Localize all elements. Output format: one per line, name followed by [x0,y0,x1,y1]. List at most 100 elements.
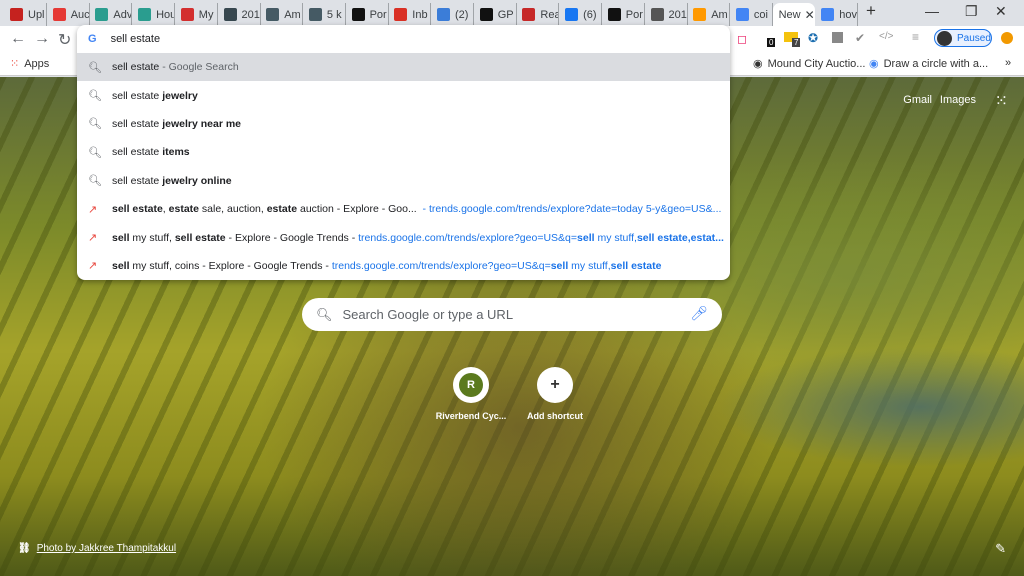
profile-status: Paused [957,32,991,44]
ntp-search-box[interactable]: 🔍︎ Search Google or type a URL 🎤︎ [302,298,722,331]
extension-badge[interactable]: 0 [767,38,776,47]
tab-title: Rea [540,8,560,21]
tab[interactable]: (2) [431,3,474,26]
suggestion-item[interactable]: ↗ sell estate, estate sale, auction, esta… [77,195,730,223]
forward-icon[interactable]: → [34,30,50,48]
suggestion-text: estate [266,203,298,216]
suggestion-text: jewelry online [162,174,232,187]
search-icon: 🔍︎ [88,146,102,159]
suggestion-item[interactable]: 🔍︎ sell estate - Google Search [77,53,730,82]
tab[interactable]: Hou [132,3,176,26]
suggestion-url: sell estate [610,259,662,272]
tab-title: 201 [241,8,260,21]
suggestion-item[interactable]: ↗ sell my stuff, coins - Explore - Google… [77,252,730,280]
tab[interactable]: Am [687,3,731,26]
images-link[interactable]: Images [940,94,976,106]
extension-icon[interactable]: ✪ [808,31,818,45]
minimize-button[interactable]: — [925,3,939,19]
tab-title: Hou [156,8,176,21]
tab[interactable]: Por [602,3,645,26]
tab[interactable]: 201 [218,3,261,26]
tab[interactable]: coi [730,3,773,26]
suggestion-item[interactable]: 🔍︎ sell estate jewelry online [77,167,730,195]
profile-button[interactable]: Paused [934,29,992,47]
search-icon: 🔍︎ [88,90,102,103]
tab[interactable]: hov [815,3,859,26]
photo-credit[interactable]: ⛓ Photo by Jakkree Thampitakkul [18,543,176,554]
tab[interactable]: (6) [559,3,603,26]
tab-title: hov [839,8,858,21]
media-icon[interactable]: ≡ [912,30,919,44]
apps-bookmark[interactable]: ⁙ Apps [10,57,50,71]
address-bar[interactable]: G sell estate [77,25,730,53]
address-input-value[interactable]: sell estate [111,33,161,45]
reload-icon[interactable]: ↻ [58,30,71,50]
tab-title: Por [625,8,643,21]
extension-icon[interactable]: ✔ [855,31,865,45]
google-apps-icon[interactable]: ⁙ [995,91,1008,111]
tab[interactable]: My [175,3,218,26]
tab[interactable]: Auc [47,3,90,26]
tab[interactable]: Inb [388,3,432,26]
suggestion-text: auction - Explore - Goo... [297,203,420,216]
tab-title: coi [753,8,768,21]
tab[interactable]: Am [260,3,304,26]
extension-icon[interactable]: ◻ [737,32,747,46]
customize-pencil-icon[interactable]: ✎ [995,541,1006,557]
suggestion-item[interactable]: 🔍︎ sell estate items [77,138,730,166]
tab[interactable]: Por [346,3,389,26]
suggestion-list: 🔍︎ sell estate - Google Search 🔍︎ sell esta… [77,53,730,280]
suggestion-text: sell estate [112,203,163,216]
tab-title: Am [284,8,301,21]
apps-label: Apps [24,57,50,70]
tab-title: Am [711,8,728,21]
suggestion-url: my stuff, [594,231,637,244]
favicon-icon [138,8,152,21]
favicon-icon [10,8,23,21]
suggestion-text: sell estate [112,146,163,159]
extension-badge[interactable]: 7 [792,38,801,47]
suggestion-item[interactable]: 🔍︎ sell estate jewelry near me [77,110,730,138]
restore-button[interactable]: ❐ [965,3,978,20]
update-icon[interactable] [1001,32,1013,44]
tab-title: GP [497,8,514,21]
tab[interactable]: Adv [89,3,133,26]
suggestion-text: jewelry near me [162,117,241,130]
tab-title: Auc [70,8,90,21]
new-tab-button[interactable]: + [866,1,876,21]
tab[interactable]: 5 k [303,3,346,26]
tab-title: Upl [28,8,45,21]
tab[interactable]: Upl [4,3,47,26]
tab[interactable]: Rea [516,3,560,26]
tab-title: Inb [412,8,428,21]
suggestion-text: sell [112,231,130,244]
shortcut-icon: R [453,367,489,403]
tab[interactable]: 201 [645,3,688,26]
suggestion-item[interactable]: 🔍︎ sell estate jewelry [77,81,730,109]
add-shortcut-button[interactable]: + Add shortcut [510,367,600,421]
tab[interactable]: New ✕ [772,3,815,26]
shortcut-tile[interactable]: R Riverbend Cyc... [426,367,516,421]
close-tab-icon[interactable]: ✕ [805,8,815,22]
close-window-button[interactable]: ✕ [995,3,1007,20]
suggestion-url: trends.google.com/trends/explore?geo=US&… [358,231,578,244]
shortcut-label: Add shortcut [527,411,583,421]
more-bookmarks-button[interactable]: » [1005,57,1011,69]
extension-icon[interactable] [832,32,843,43]
code-extension-icon[interactable]: </> [879,31,893,42]
favicon-icon [437,8,450,21]
favicon-icon [351,8,365,21]
favicon-icon [821,8,835,21]
gmail-link[interactable]: Gmail [903,94,932,106]
bookmark-item[interactable]: ◉ Draw a circle with a... [869,57,988,71]
link-icon: ⛓ [18,543,31,554]
bookmark-item[interactable]: ◉ Mound City Auctio... [753,57,865,71]
suggestion-text: - Google Search [159,61,239,74]
suggestion-text: sell estate [112,61,160,74]
favicon-icon [650,8,664,21]
tab-title: (6) [583,8,597,21]
suggestion-item[interactable]: ↗ sell my stuff, sell estate - Explore - … [77,223,730,251]
tab[interactable]: GP [474,3,517,26]
microphone-icon[interactable]: 🎤︎ [690,305,708,322]
back-icon[interactable]: ← [10,30,26,48]
